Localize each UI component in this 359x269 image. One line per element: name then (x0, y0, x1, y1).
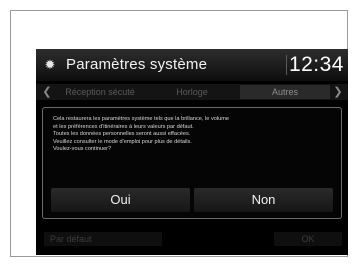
ok-button[interactable]: OK (274, 232, 342, 246)
tab-bar: ❮ Réception sécuté Horloge Autres ❯ (36, 84, 348, 100)
tab-reception[interactable]: Réception sécuté (56, 85, 144, 99)
dialog-message-line: Voulez-vous continuer? (53, 146, 112, 153)
page-title: Paramètres système (66, 56, 208, 73)
header-divider (286, 55, 287, 75)
dialog-message-line: Toutes les données personnelles seront a… (53, 131, 191, 138)
tab-autres[interactable]: Autres (240, 85, 330, 99)
default-button[interactable]: Par défaut (44, 232, 162, 246)
clock: 12:34 (288, 53, 344, 76)
yes-button[interactable]: Oui (51, 188, 190, 212)
chevron-left-icon[interactable]: ❮ (40, 84, 54, 100)
gear-icon: ✹ (44, 57, 56, 72)
dialog-message-line: Veuillez consulter le mode d'emploi pour… (53, 138, 192, 145)
dialog-message: Cela restaurera les paramètres système t… (53, 116, 337, 154)
dialog-message-line: et les préférences d'itinéraires à leurs… (53, 123, 194, 130)
header-bar: ✹ Paramètres système 12:34 (36, 49, 348, 81)
confirmation-dialog: Cela restaurera les paramètres système t… (42, 107, 342, 219)
chevron-right-icon[interactable]: ❯ (331, 84, 345, 100)
system-settings-screen: ✹ Paramètres système 12:34 ❮ Réception s… (36, 49, 348, 255)
figure-frame: ✹ Paramètres système 12:34 ❮ Réception s… (10, 10, 348, 257)
tab-horloge[interactable]: Horloge (148, 85, 236, 99)
no-button[interactable]: Non (194, 188, 333, 212)
dialog-message-line: Cela restaurera les paramètres système t… (53, 116, 229, 122)
